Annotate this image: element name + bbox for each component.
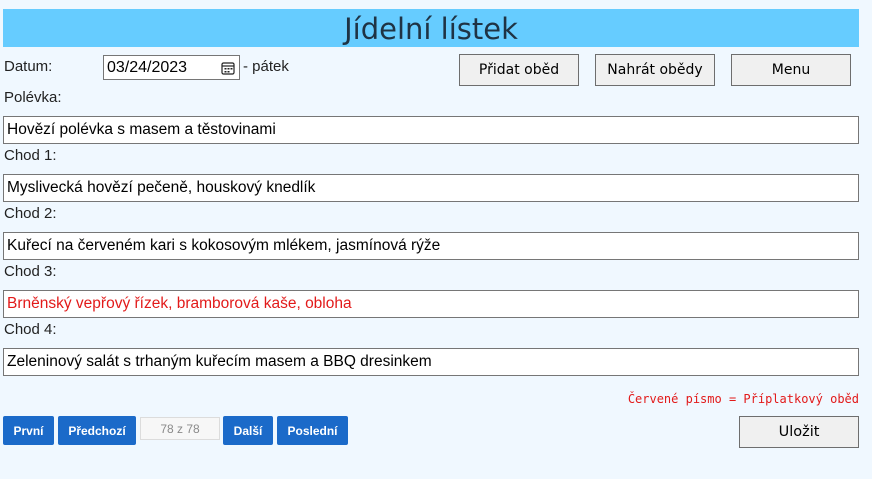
page-title: Jídelní lístek <box>3 9 859 47</box>
date-input[interactable]: 03/24/2023 <box>103 55 240 80</box>
first-page-button[interactable]: První <box>3 416 54 445</box>
course2-label: Chod 2: <box>4 205 57 222</box>
course3-label: Chod 3: <box>4 263 57 280</box>
course3-input[interactable]: Brněnský vepřový řízek, bramborová kaše,… <box>3 290 859 318</box>
menu-button[interactable]: Menu <box>731 54 851 86</box>
weekday-label: - pátek <box>243 58 289 75</box>
course1-label: Chod 1: <box>4 147 57 164</box>
page-counter: 78 z 78 <box>140 417 220 440</box>
soup-label: Polévka: <box>4 89 62 106</box>
save-button[interactable]: Uložit <box>739 416 859 448</box>
next-page-button[interactable]: Další <box>223 416 273 445</box>
calendar-icon[interactable] <box>221 61 235 75</box>
soup-input[interactable]: Hovězí polévka s masem a těstovinami <box>3 116 859 144</box>
surcharge-note: Červené písmo = Příplatkový oběd <box>627 392 859 406</box>
add-lunch-button[interactable]: Přidat oběd <box>459 54 579 86</box>
last-page-button[interactable]: Poslední <box>277 416 348 445</box>
course2-input[interactable]: Kuřecí na červeném kari s kokosovým mlék… <box>3 232 859 260</box>
previous-page-button[interactable]: Předchozí <box>58 416 136 445</box>
course4-label: Chod 4: <box>4 321 57 338</box>
date-value: 03/24/2023 <box>107 59 188 76</box>
date-label: Datum: <box>4 58 53 75</box>
course1-input[interactable]: Myslivecká hovězí pečeně, houskový knedl… <box>3 174 859 202</box>
upload-lunches-button[interactable]: Nahrát obědy <box>595 54 715 86</box>
course4-input[interactable]: Zeleninový salát s trhaným kuřecím masem… <box>3 348 859 376</box>
